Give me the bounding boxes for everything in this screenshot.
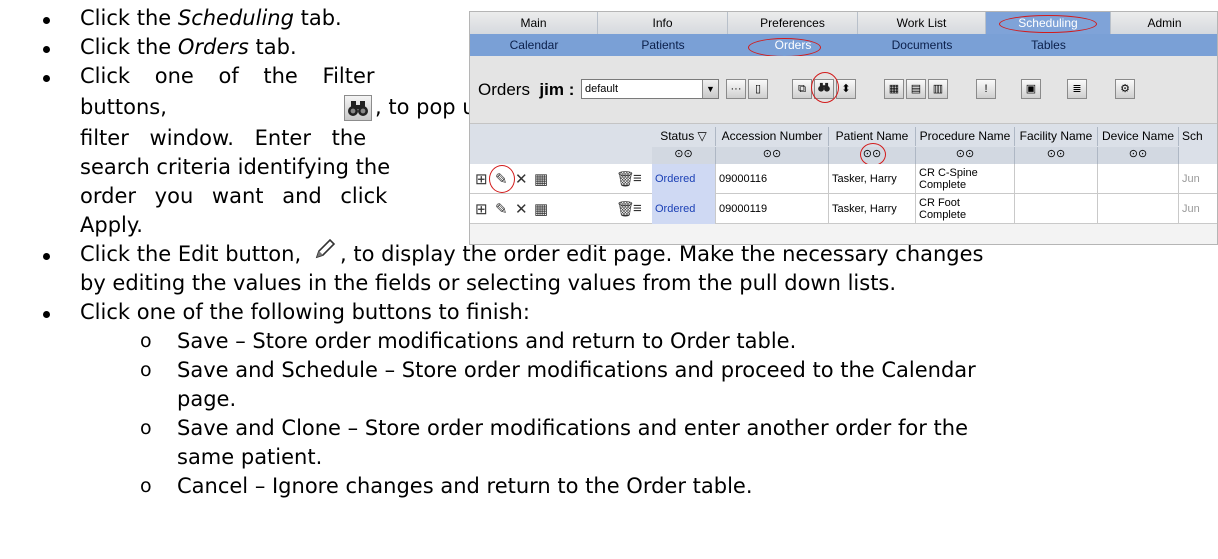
option-save: Save – Store order modifications and ret… [177,329,797,353]
step-1-text: Click the Scheduling tab. [80,6,342,30]
schedule-cell: Jun [1179,194,1217,224]
facility-cell [1015,194,1098,224]
menu-icon[interactable]: ≡ [633,170,642,187]
option-save-schedule: page. [177,387,237,411]
chevron-down-icon: ▼ [702,80,718,98]
grid-icon[interactable]: ⊞ [475,170,488,188]
main-tab-bar: Main Info Preferences Work List Scheduli… [470,12,1217,34]
step-4-line: Click the Edit button, [80,242,302,266]
row-actions: ⊞ ✎ ✕ ▦ 🗑 ≡ [470,194,652,224]
report-icon[interactable]: ▣ [1021,79,1041,99]
patient-cell: Tasker, Harry [829,164,916,194]
tab-tables[interactable]: Tables [986,34,1111,56]
status-cell[interactable]: Ordered [652,164,716,194]
page-title: Orders jim : [478,80,575,99]
step-5-line: Click one of the following buttons to fi… [80,300,530,324]
sub-bullet: o [140,475,152,497]
orders-toolbar: Orders jim : default ▼ ··· ▯ ⧉ ⬍ ▦ ▤ ▥ !… [470,56,1217,124]
option-cancel: Cancel – Ignore changes and return to th… [177,474,753,498]
more-button[interactable]: ··· [726,79,746,99]
sub-bullet: o [140,359,152,381]
binoculars-icon[interactable]: ⊙⊙ [916,147,1015,164]
schedule-cell: Jun [1179,164,1217,194]
sub-tab-bar: Calendar Patients Orders Documents Table… [470,34,1217,56]
step-3-line: Click one of the Filter [80,64,375,88]
sort-icon[interactable]: ⬍ [836,79,856,99]
tab-admin[interactable]: Admin [1111,12,1217,34]
tab-documents[interactable]: Documents [858,34,986,56]
filter-list-icon[interactable]: ≣ [1067,79,1087,99]
delete-x-icon[interactable]: ✕ [515,200,528,218]
procedure-cell: CR Foot Complete [916,194,1015,224]
columns-icon[interactable]: ▦ [884,79,904,99]
new-document-icon[interactable]: ▯ [748,79,768,99]
step-3-line: order you want and click [80,184,388,208]
rows-icon[interactable]: ▤ [906,79,926,99]
column-header[interactable]: Accession Number [716,127,829,146]
calendar-icon[interactable]: ▦ [534,200,548,218]
option-save-clone: same patient. [177,445,323,469]
step-3-line: filter window. Enter the [80,126,367,150]
app-screenshot: Main Info Preferences Work List Scheduli… [469,11,1218,245]
table-row[interactable]: ⊞ ✎ ✕ ▦ 🗑 ≡ Ordered 09000119 Tasker, Har… [470,194,1217,224]
column-header[interactable]: Sch [1179,127,1217,146]
highlight-circle [999,15,1097,33]
status-cell[interactable]: Ordered [652,194,716,224]
bullet [43,311,50,318]
facility-cell [1015,164,1098,194]
step-4-line: by editing the values in the fields or s… [80,271,897,295]
grid-icon[interactable]: ⊞ [475,200,488,218]
column-header[interactable]: Procedure Name [916,127,1015,146]
accession-cell: 09000119 [716,194,829,224]
column-header[interactable]: Status ▽ [652,127,716,146]
pencil-icon [312,236,340,264]
step-3-line: Apply. [80,213,143,237]
option-save-schedule: Save and Schedule – Store order modifica… [177,358,976,382]
layout-select[interactable]: default ▼ [581,79,719,99]
column-header[interactable]: Device Name [1098,127,1179,146]
calendar-icon[interactable]: ▦ [534,170,548,188]
device-cell [1098,194,1179,224]
settings-icon[interactable]: ⚙ [1115,79,1135,99]
delete-x-icon[interactable]: ✕ [515,170,528,188]
device-cell [1098,164,1179,194]
column-header[interactable]: Facility Name [1015,127,1098,146]
table-header: Status ▽ Accession Number Patient Name P… [470,124,1217,166]
bullet [43,75,50,82]
layout-icon[interactable]: ▥ [928,79,948,99]
highlight-circle [489,165,515,193]
option-save-clone: Save and Clone – Store order modificatio… [177,416,968,440]
sub-bullet: o [140,330,152,352]
menu-icon[interactable]: ≡ [633,200,642,217]
accession-cell: 09000116 [716,164,829,194]
pencil-icon[interactable]: ✎ [495,200,508,218]
tab-calendar[interactable]: Calendar [470,34,598,56]
sub-bullet: o [140,417,152,439]
bullet [43,253,50,260]
export-icon[interactable]: ⧉ [792,79,812,99]
tab-preferences[interactable]: Preferences [728,12,858,34]
tab-info[interactable]: Info [598,12,728,34]
step-3-line: search criteria identifying the [80,155,391,179]
tab-main[interactable]: Main [470,12,598,34]
binoculars-icon[interactable]: ⊙⊙ [1098,147,1179,164]
table-row[interactable]: ⊞ ✎ ✕ ▦ 🗑 ≡ Ordered 09000116 Tasker, Har… [470,164,1217,194]
highlight-circle [811,72,839,103]
tab-work-list[interactable]: Work List [858,12,986,34]
procedure-cell: CR C-Spine Complete [916,164,1015,194]
binoculars-icon [344,95,372,121]
binoculars-icon[interactable]: ⊙⊙ [716,147,829,164]
tab-patients[interactable]: Patients [598,34,728,56]
step-3-line: buttons, [80,95,167,119]
step-2-text: Click the Orders tab. [80,35,297,59]
binoculars-icon[interactable]: ⊙⊙ [652,147,716,164]
bullet [43,17,50,24]
binoculars-icon[interactable]: ⊙⊙ [1015,147,1098,164]
patient-cell: Tasker, Harry [829,194,916,224]
alert-icon[interactable]: ! [976,79,996,99]
highlight-circle [748,38,821,57]
highlight-circle [860,143,886,166]
bullet [43,46,50,53]
